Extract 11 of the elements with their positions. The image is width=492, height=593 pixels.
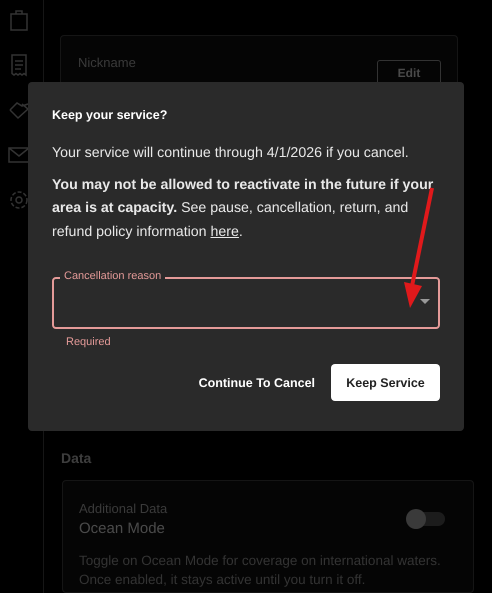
setting-title: Ocean Mode <box>79 520 166 538</box>
continue-button[interactable]: Continue To Cancel <box>198 364 315 401</box>
dialog-notice: You may not be allowed to reactivate in the future if your area is at capacity. See pause, cancellation, return, and refund policy information here. <box>52 176 434 242</box>
toggle-switch[interactable] <box>408 512 445 526</box>
dialog-message: Your service will continue through 4/1/2026 if you cancel. <box>52 144 410 163</box>
dialog-title: Keep your service? <box>52 108 168 122</box>
section-heading: Data <box>61 450 92 466</box>
field-error-text: Required <box>66 336 112 348</box>
policy-link[interactable]: here <box>210 224 239 240</box>
bag-icon[interactable] <box>8 8 30 32</box>
keep-service-button[interactable]: Keep Service <box>331 364 440 401</box>
